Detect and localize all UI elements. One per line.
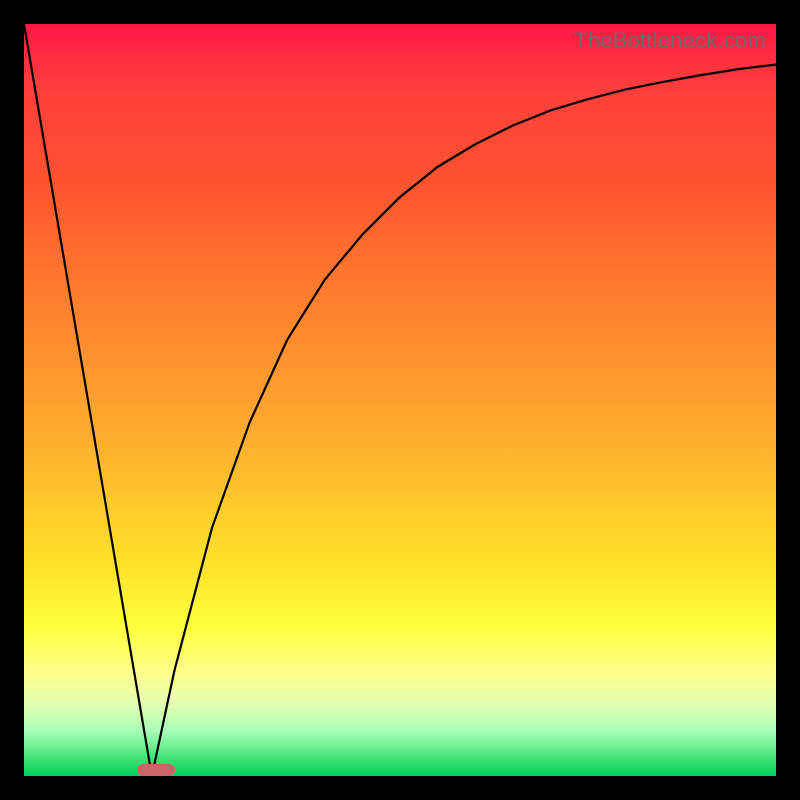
optimum-marker bbox=[137, 764, 175, 776]
curve-svg bbox=[24, 24, 776, 776]
plot-area: TheBottleneck.com bbox=[24, 24, 776, 776]
curve-path bbox=[24, 24, 776, 776]
chart-container: TheBottleneck.com bbox=[0, 0, 800, 800]
